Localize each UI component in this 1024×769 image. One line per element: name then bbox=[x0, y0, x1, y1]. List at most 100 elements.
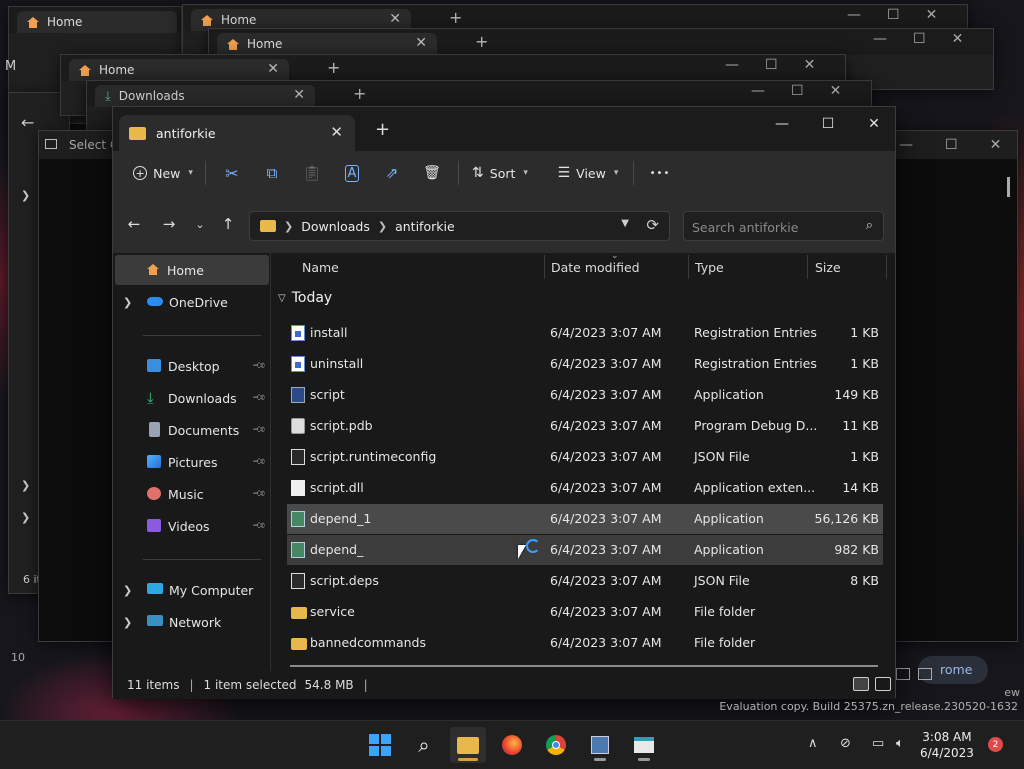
address-bar[interactable]: ❯ Downloads ❯ antiforkie ▼ ⟳ bbox=[249, 211, 670, 241]
close-icon[interactable]: ✕ bbox=[926, 7, 938, 23]
close-icon[interactable]: ✕ bbox=[389, 11, 401, 27]
details-view-icon[interactable] bbox=[853, 677, 869, 691]
notification-badge[interactable]: 2 bbox=[988, 737, 1003, 752]
column-header-size[interactable]: Size bbox=[815, 253, 885, 281]
file-row-depend-1[interactable]: depend_1 6/4/2023 3:07 AM Application 56… bbox=[287, 504, 883, 534]
sidebar-item-downloads[interactable]: ⤓ Downloads 📌︎ bbox=[115, 383, 269, 413]
installer-taskbar-button[interactable] bbox=[582, 727, 618, 763]
file-row-script-runtimeconfig[interactable]: script.runtimeconfig 6/4/2023 3:07 AM JS… bbox=[287, 442, 883, 472]
sort-button[interactable]: ⇅ Sort ▾ bbox=[465, 157, 535, 189]
column-header-date[interactable]: Date modified bbox=[551, 253, 687, 281]
column-divider[interactable] bbox=[886, 255, 887, 279]
chevron-down-icon[interactable]: ▼ bbox=[621, 218, 629, 229]
start-button[interactable] bbox=[362, 727, 398, 763]
chevron-right-icon[interactable]: ❯ bbox=[21, 511, 30, 524]
system-clock[interactable]: 3:08 AM 6/4/2023 bbox=[920, 729, 974, 761]
forward-button[interactable]: → bbox=[158, 213, 180, 235]
file-row-bannedcommands[interactable]: bannedcommands 6/4/2023 3:07 AM File fol… bbox=[287, 628, 883, 658]
minimize-icon[interactable]: — bbox=[899, 137, 913, 153]
maximize-icon[interactable]: ☐ bbox=[887, 7, 900, 23]
view-button[interactable]: ☰ View ▾ bbox=[549, 157, 627, 189]
pin-icon[interactable]: 📌︎ bbox=[251, 390, 266, 405]
display-icon[interactable]: ▭ bbox=[872, 736, 884, 751]
column-divider[interactable] bbox=[807, 255, 808, 279]
close-icon[interactable]: ✕ bbox=[804, 57, 816, 73]
maximize-icon[interactable]: ☐ bbox=[945, 137, 958, 153]
chevron-right-icon[interactable]: ❯ bbox=[284, 220, 293, 233]
tiles-view-icon[interactable] bbox=[875, 677, 891, 691]
background-tab[interactable]: Home bbox=[17, 11, 177, 33]
sidebar-item-onedrive[interactable]: ❯ OneDrive bbox=[115, 287, 269, 317]
share-button[interactable]: ⇗ bbox=[372, 157, 412, 189]
minimize-icon[interactable]: — bbox=[751, 83, 765, 99]
refresh-icon[interactable]: ⟳ bbox=[646, 216, 659, 234]
rename-button[interactable]: A bbox=[332, 157, 372, 189]
file-row-script-dll[interactable]: script.dll 6/4/2023 3:07 AM Application … bbox=[287, 473, 883, 503]
breadcrumb-antiforkie[interactable]: antiforkie bbox=[395, 219, 455, 234]
scrollbar[interactable] bbox=[1007, 177, 1010, 197]
close-button[interactable]: ✕ bbox=[851, 109, 897, 139]
file-row-script[interactable]: script 6/4/2023 3:07 AM Application 149 … bbox=[287, 380, 883, 410]
breadcrumb-downloads[interactable]: Downloads bbox=[301, 219, 370, 234]
minimize-icon[interactable]: — bbox=[725, 57, 739, 73]
pin-icon[interactable]: 📌︎ bbox=[251, 422, 266, 437]
paste-button[interactable]: 📋︎ bbox=[292, 157, 332, 189]
background-tab[interactable]: Home ✕ bbox=[69, 59, 289, 81]
file-row-depend-2[interactable]: depend_ 6/4/2023 3:07 AM Application 982… bbox=[287, 535, 883, 565]
chevron-up-icon[interactable]: ∧ bbox=[808, 736, 818, 751]
chevron-right-icon[interactable]: ❯ bbox=[378, 220, 387, 233]
maximize-icon[interactable]: ☐ bbox=[765, 57, 778, 73]
chrome-taskbar-button[interactable] bbox=[538, 727, 574, 763]
column-header-type[interactable]: Type bbox=[695, 253, 807, 281]
title-bar[interactable]: antiforkie ✕ + — ☐ ✕ bbox=[113, 107, 895, 151]
delete-button[interactable]: 🗑︎ bbox=[412, 157, 452, 189]
chevron-right-icon[interactable]: ❯ bbox=[123, 616, 132, 629]
pin-icon[interactable]: 📌︎ bbox=[251, 358, 266, 373]
sidebar-item-network[interactable]: ❯ Network bbox=[115, 607, 269, 637]
minimize-icon[interactable]: — bbox=[873, 31, 887, 47]
sidebar-item-desktop[interactable]: Desktop 📌︎ bbox=[115, 351, 269, 381]
sidebar-item-documents[interactable]: Documents 📌︎ bbox=[115, 415, 269, 445]
new-tab-icon[interactable]: + bbox=[353, 84, 366, 103]
chevron-right-icon[interactable]: ❯ bbox=[123, 584, 132, 597]
close-icon[interactable]: ✕ bbox=[415, 35, 427, 51]
close-icon[interactable]: ✕ bbox=[990, 137, 1002, 153]
file-row-uninstall[interactable]: uninstall 6/4/2023 3:07 AM Registration … bbox=[287, 349, 883, 379]
chevron-right-icon[interactable]: ❯ bbox=[21, 479, 30, 492]
chevron-right-icon[interactable]: ❯ bbox=[123, 296, 132, 309]
new-tab-button[interactable]: + bbox=[375, 119, 390, 140]
close-tab-icon[interactable]: ✕ bbox=[330, 123, 343, 141]
horizontal-scrollbar[interactable] bbox=[290, 665, 878, 667]
new-tab-icon[interactable]: + bbox=[327, 58, 340, 77]
network-disconnected-icon[interactable]: ⊘ bbox=[840, 736, 851, 751]
cut-button[interactable]: ✂ bbox=[212, 157, 252, 189]
sidebar-item-my-computer[interactable]: ❯ My Computer bbox=[115, 575, 269, 605]
sidebar-item-videos[interactable]: Videos 📌︎ bbox=[115, 511, 269, 541]
search-box[interactable]: ⌕ bbox=[683, 211, 884, 242]
recent-locations-button[interactable]: ⌄ bbox=[189, 213, 211, 235]
file-row-service[interactable]: service 6/4/2023 3:07 AM File folder bbox=[287, 597, 883, 627]
back-arrow-icon[interactable]: ← bbox=[21, 113, 34, 132]
new-button[interactable]: + New ▾ bbox=[127, 157, 199, 189]
more-options-button[interactable]: ••• bbox=[640, 157, 680, 189]
maximize-button[interactable]: ☐ bbox=[805, 109, 851, 139]
sidebar-item-music[interactable]: Music 📌︎ bbox=[115, 479, 269, 509]
background-tab[interactable]: ⤓ Downloads ✕ bbox=[95, 85, 315, 107]
new-tab-icon[interactable]: + bbox=[475, 32, 488, 51]
column-header-name[interactable]: Name bbox=[302, 253, 542, 281]
column-divider[interactable] bbox=[688, 255, 689, 279]
sidebar-item-pictures[interactable]: Pictures 📌︎ bbox=[115, 447, 269, 477]
maximize-icon[interactable]: ☐ bbox=[913, 31, 926, 47]
column-divider[interactable] bbox=[544, 255, 545, 279]
close-icon[interactable]: ✕ bbox=[830, 83, 842, 99]
firefox-taskbar-button[interactable] bbox=[494, 727, 530, 763]
volume-icon[interactable]: 🔈︎ bbox=[896, 736, 904, 751]
view-tiles-icon[interactable] bbox=[918, 668, 932, 680]
pin-icon[interactable]: 📌︎ bbox=[251, 454, 266, 469]
close-icon[interactable]: ✕ bbox=[293, 87, 305, 103]
minimize-icon[interactable]: — bbox=[847, 7, 861, 23]
file-explorer-taskbar-button[interactable] bbox=[450, 727, 486, 763]
close-icon[interactable]: ✕ bbox=[952, 31, 964, 47]
maximize-icon[interactable]: ☐ bbox=[791, 83, 804, 99]
chevron-right-icon[interactable]: ❯ bbox=[21, 189, 30, 202]
